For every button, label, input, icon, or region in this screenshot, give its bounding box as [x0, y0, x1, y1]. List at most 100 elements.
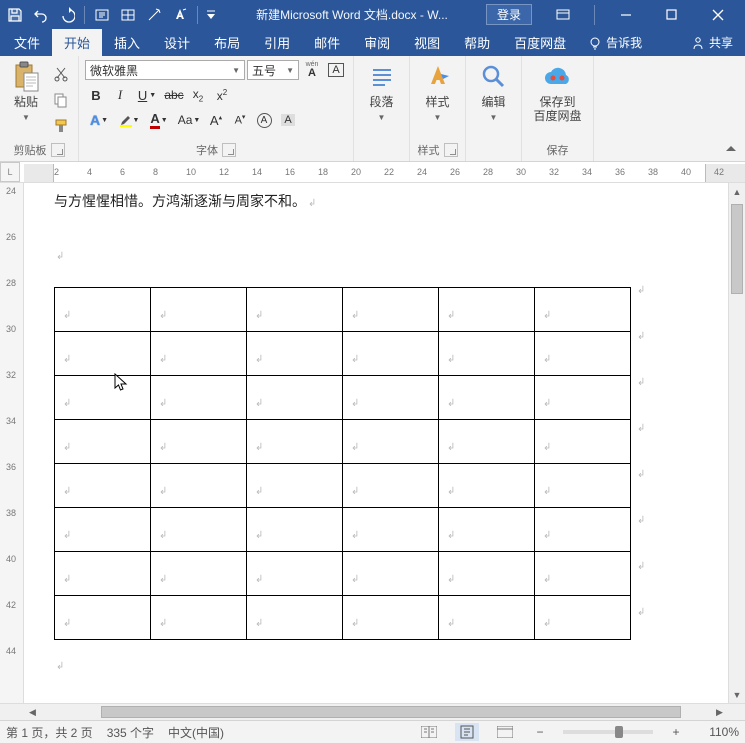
table-cell[interactable]: [55, 596, 151, 640]
scroll-up-icon[interactable]: ▲: [729, 183, 745, 200]
table-cell[interactable]: [151, 332, 247, 376]
zoom-slider[interactable]: [563, 730, 653, 734]
styles-dialog-launcher[interactable]: [444, 143, 458, 157]
table-cell[interactable]: [343, 552, 439, 596]
table-cell[interactable]: [151, 420, 247, 464]
superscript-button[interactable]: x2: [211, 84, 233, 106]
table-cell[interactable]: [247, 464, 343, 508]
web-layout-icon[interactable]: [493, 723, 517, 741]
italic-button[interactable]: I: [109, 84, 131, 106]
format-painter-button[interactable]: [50, 115, 72, 137]
table-cell[interactable]: [439, 552, 535, 596]
table-cell[interactable]: [247, 552, 343, 596]
print-layout-icon[interactable]: [455, 723, 479, 741]
table-cell[interactable]: [151, 552, 247, 596]
cut-button[interactable]: [50, 63, 72, 85]
table-cell[interactable]: [343, 332, 439, 376]
font-color-button[interactable]: A▼: [145, 109, 173, 131]
vertical-ruler[interactable]: 2426283032343638404244: [0, 183, 24, 703]
table-cell[interactable]: [535, 552, 631, 596]
maximize-icon[interactable]: [649, 0, 695, 29]
table-cell[interactable]: [535, 288, 631, 332]
vertical-scrollbar[interactable]: ▲ ▼: [728, 183, 745, 703]
table-cell[interactable]: [55, 420, 151, 464]
tab-baidu[interactable]: 百度网盘: [502, 29, 578, 56]
text-effects-button[interactable]: A▼: [85, 109, 113, 131]
table-cell[interactable]: [343, 288, 439, 332]
zoom-level[interactable]: 110%: [699, 725, 739, 739]
table-cell[interactable]: [343, 376, 439, 420]
close-icon[interactable]: [695, 0, 741, 29]
table-cell[interactable]: [247, 420, 343, 464]
tab-help[interactable]: 帮助: [452, 29, 502, 56]
document-page[interactable]: 与方惺惺相惜。方鸿渐逐渐与周家不和。: [24, 183, 728, 703]
scroll-right-icon[interactable]: ▶: [711, 704, 728, 720]
read-mode-icon[interactable]: [417, 723, 441, 741]
ribbon-display-icon[interactable]: [540, 0, 586, 29]
table-cell[interactable]: [439, 376, 535, 420]
table-cell[interactable]: [151, 508, 247, 552]
scroll-left-icon[interactable]: ◀: [24, 704, 41, 720]
table-cell[interactable]: [439, 288, 535, 332]
tab-layout[interactable]: 布局: [202, 29, 252, 56]
font-size-combo[interactable]: 五号▼: [247, 60, 299, 80]
collapse-ribbon-icon[interactable]: [721, 141, 741, 157]
word-count[interactable]: 335 个字: [107, 724, 154, 741]
table-cell[interactable]: [55, 288, 151, 332]
undo-icon[interactable]: [30, 4, 52, 26]
shrink-font-button[interactable]: A▾: [229, 109, 251, 131]
table-cell[interactable]: [535, 596, 631, 640]
minimize-icon[interactable]: [603, 0, 649, 29]
table-cell[interactable]: [343, 420, 439, 464]
qat-customize-icon[interactable]: [204, 4, 218, 26]
font-name-combo[interactable]: 微软雅黑▼: [85, 60, 245, 80]
table-cell[interactable]: [343, 596, 439, 640]
subscript-button[interactable]: x2: [187, 84, 209, 106]
login-button[interactable]: 登录: [486, 4, 532, 25]
font-dialog-launcher[interactable]: [222, 143, 236, 157]
highlight-button[interactable]: ▼: [115, 109, 143, 131]
table-cell[interactable]: [151, 596, 247, 640]
character-border-button[interactable]: A: [325, 59, 347, 81]
tab-home[interactable]: 开始: [52, 29, 102, 56]
qat-btn-3[interactable]: [143, 4, 165, 26]
paragraph-button[interactable]: 段落▼: [362, 59, 402, 126]
horizontal-ruler[interactable]: L 24681012141618202224262830323436384042: [0, 162, 745, 183]
paragraph-text[interactable]: 与方惺惺相惜。方鸿渐逐渐与周家不和。: [54, 189, 708, 214]
tab-selector[interactable]: L: [0, 162, 20, 182]
clipboard-dialog-launcher[interactable]: [51, 143, 65, 157]
tab-view[interactable]: 视图: [402, 29, 452, 56]
character-shading-button[interactable]: A: [277, 109, 299, 131]
table-cell[interactable]: [535, 420, 631, 464]
table-cell[interactable]: [55, 376, 151, 420]
table-cell[interactable]: [55, 508, 151, 552]
hscroll-thumb[interactable]: [101, 706, 681, 718]
table-cell[interactable]: [535, 332, 631, 376]
copy-button[interactable]: [50, 89, 72, 111]
document-table[interactable]: [54, 267, 708, 640]
change-case-button[interactable]: Aa▼: [175, 109, 203, 131]
save-baidu-button[interactable]: 保存到 百度网盘: [529, 59, 585, 126]
table-cell[interactable]: [247, 376, 343, 420]
table-cell[interactable]: [535, 464, 631, 508]
table-cell[interactable]: [343, 464, 439, 508]
table-cell[interactable]: [151, 376, 247, 420]
horizontal-scrollbar[interactable]: ◀ ▶: [0, 703, 745, 720]
paste-button[interactable]: 粘贴▼: [6, 59, 46, 126]
zoom-in-button[interactable]: +: [667, 725, 685, 739]
styles-button[interactable]: 样式▼: [418, 59, 458, 126]
table-cell[interactable]: [247, 332, 343, 376]
enclose-characters-button[interactable]: A: [253, 109, 275, 131]
editing-button[interactable]: 编辑▼: [474, 59, 514, 126]
table-cell[interactable]: [151, 288, 247, 332]
save-icon[interactable]: [4, 4, 26, 26]
table-cell[interactable]: [247, 596, 343, 640]
underline-button[interactable]: U▼: [133, 84, 161, 106]
table-cell[interactable]: [439, 332, 535, 376]
table-cell[interactable]: [439, 464, 535, 508]
tab-mailings[interactable]: 邮件: [302, 29, 352, 56]
tell-me-input[interactable]: 告诉我: [578, 29, 652, 56]
bold-button[interactable]: B: [85, 84, 107, 106]
strikethrough-button[interactable]: abc: [163, 84, 185, 106]
share-button[interactable]: 共享: [679, 29, 745, 56]
